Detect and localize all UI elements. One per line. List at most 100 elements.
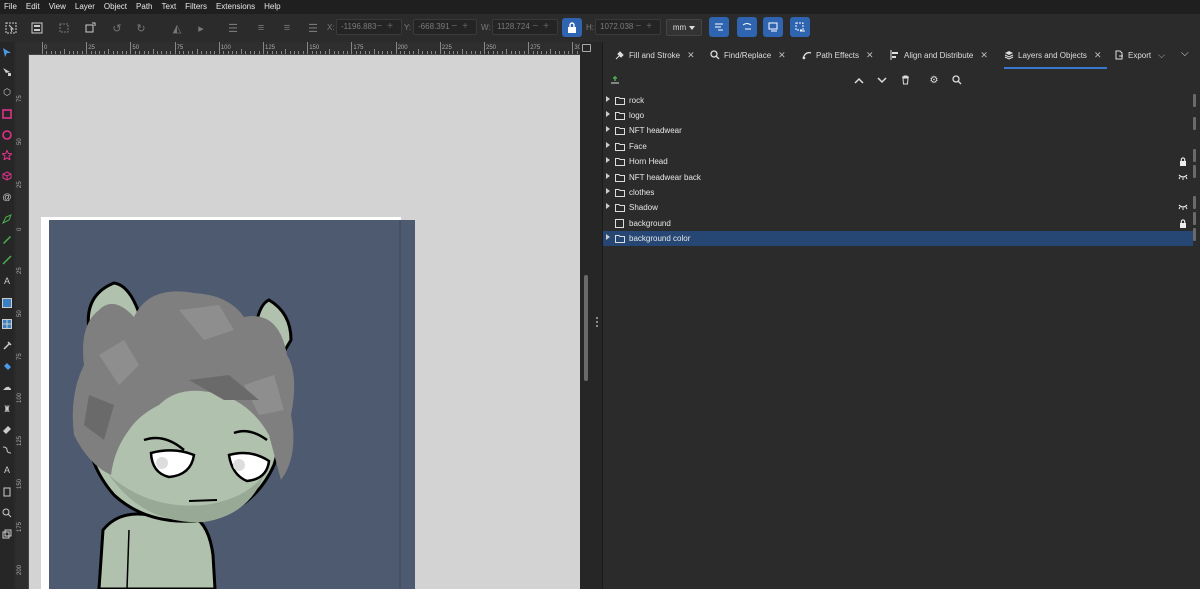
h-stepper-icon[interactable]: −+ <box>635 21 657 32</box>
tab-path-effects[interactable]: Path Effects ✕ <box>802 42 874 68</box>
3d-box-tool-icon[interactable] <box>1 170 13 182</box>
w-field[interactable]: 1128.724 −+ <box>492 19 558 35</box>
gradient-tool-icon[interactable] <box>1 297 13 309</box>
pen-tool-icon[interactable] <box>1 213 13 225</box>
expand-arrow-icon[interactable] <box>606 188 610 194</box>
tabs-menu-chevron-icon[interactable]: ⌵ <box>1181 48 1189 59</box>
tweak-tool-icon[interactable]: ☁ <box>1 381 13 393</box>
lock-proportions-button[interactable] <box>562 18 582 37</box>
lock-icon[interactable] <box>1178 218 1188 228</box>
menu-edit[interactable]: Edit <box>22 0 45 14</box>
layer-row-background[interactable]: background <box>603 216 1193 231</box>
scale-stroke-button[interactable] <box>709 17 729 37</box>
lower-to-bottom-icon[interactable]: ☰ <box>306 21 320 35</box>
move-down-icon[interactable] <box>876 74 888 86</box>
close-icon[interactable]: ✕ <box>980 50 988 61</box>
lower-icon[interactable]: ≡ <box>280 21 294 35</box>
move-patterns-button[interactable] <box>790 17 810 37</box>
deselect-icon[interactable] <box>57 21 71 35</box>
hidden-eye-icon[interactable] <box>1178 172 1188 182</box>
rotate-ccw-icon[interactable]: ↺ <box>110 21 124 35</box>
move-gradients-button[interactable] <box>763 17 783 37</box>
expand-arrow-icon[interactable] <box>606 142 610 148</box>
close-icon[interactable]: ✕ <box>1094 50 1102 61</box>
layer-row-nft-headwear[interactable]: NFT headwear <box>603 123 1193 138</box>
mesh-tool-icon[interactable] <box>1 318 13 330</box>
tab-find-replace[interactable]: Find/Replace ✕ <box>710 42 786 68</box>
calligraphy-tool-icon[interactable] <box>1 254 13 266</box>
menu-object[interactable]: Object <box>100 0 132 14</box>
chevron-down-icon[interactable]: ⌵ <box>1158 50 1165 61</box>
raise-icon[interactable]: ≡ <box>254 21 268 35</box>
expand-arrow-icon[interactable] <box>606 173 610 179</box>
add-layer-icon[interactable] <box>609 74 621 86</box>
dropper-tool-icon[interactable] <box>1 339 13 351</box>
lock-icon[interactable] <box>1178 156 1188 166</box>
canvas-scrollbar[interactable] <box>580 42 592 589</box>
expand-arrow-icon[interactable] <box>606 234 610 240</box>
node-tool-icon[interactable] <box>1 66 13 78</box>
menu-extensions[interactable]: Extensions <box>212 0 260 14</box>
layer-row-face[interactable]: Face <box>603 139 1193 154</box>
menu-layer[interactable]: Layer <box>71 0 100 14</box>
drawing-canvas[interactable] <box>29 55 580 589</box>
layer-row-logo[interactable]: logo <box>603 108 1193 123</box>
dock-splitter[interactable] <box>592 42 603 589</box>
settings-gear-icon[interactable]: ⚙ <box>928 74 940 86</box>
unit-select[interactable]: mm <box>666 19 702 36</box>
paint-bucket-icon[interactable] <box>1 360 13 372</box>
menu-help[interactable]: Help <box>260 0 285 14</box>
select-all-layers-icon[interactable] <box>30 21 44 35</box>
tab-align-and-distribute[interactable]: Align and Distribute ✕ <box>890 42 988 68</box>
x-field[interactable]: -1196.883 −+ <box>336 19 402 35</box>
menu-filters[interactable]: Filters <box>181 0 212 14</box>
pencil-tool-icon[interactable] <box>1 233 13 245</box>
canvas-scroll-thumb[interactable] <box>584 275 588 381</box>
close-icon[interactable]: ✕ <box>778 50 786 61</box>
menu-text[interactable]: Text <box>158 0 182 14</box>
eraser-tool-icon[interactable] <box>1 423 13 435</box>
layer-row-rock[interactable]: rock <box>603 93 1193 108</box>
transform-icon[interactable] <box>83 21 97 35</box>
expand-arrow-icon[interactable] <box>606 111 610 117</box>
tab-fill-and-stroke[interactable]: Fill and Stroke ✕ <box>615 42 695 68</box>
layer-row-clothes[interactable]: clothes <box>603 185 1193 200</box>
rectangle-tool-icon[interactable] <box>1 108 13 120</box>
layer-row-horn-head[interactable]: Horn Head <box>603 154 1193 169</box>
expand-arrow-icon[interactable] <box>606 126 610 132</box>
x-stepper-icon[interactable]: −+ <box>376 21 398 32</box>
close-icon[interactable]: ✕ <box>687 50 695 61</box>
star-tool-icon[interactable] <box>1 149 13 161</box>
scale-corners-button[interactable] <box>737 17 757 37</box>
ellipse-tool-icon[interactable] <box>1 129 13 141</box>
expand-arrow-icon[interactable] <box>606 157 610 163</box>
menu-path[interactable]: Path <box>132 0 157 14</box>
y-field[interactable]: -668.391 −+ <box>413 19 477 35</box>
text-tool-icon[interactable]: A <box>1 275 13 287</box>
w-stepper-icon[interactable]: −+ <box>532 21 554 32</box>
trash-icon[interactable] <box>899 74 911 86</box>
select-all-icon[interactable] <box>4 21 18 35</box>
tab-export[interactable]: Export ⌵ <box>1114 42 1165 68</box>
layer-row-shadow[interactable]: Shadow <box>603 200 1193 215</box>
shape-builder-icon[interactable]: ⬡ <box>1 86 13 98</box>
y-stepper-icon[interactable]: −+ <box>451 21 473 32</box>
expand-arrow-icon[interactable] <box>606 203 610 209</box>
rotate-cw-icon[interactable]: ↻ <box>134 21 148 35</box>
pages-tool-icon[interactable] <box>1 486 13 498</box>
raise-to-top-icon[interactable]: ☰ <box>226 21 240 35</box>
menu-view[interactable]: View <box>45 0 71 14</box>
menu-file[interactable]: File <box>0 0 22 14</box>
zoom-tool-icon[interactable] <box>1 507 13 519</box>
spiral-tool-icon[interactable]: @ <box>1 191 13 203</box>
layers-scrollbar[interactable] <box>1193 93 1197 249</box>
lpe-tool-icon[interactable]: A <box>1 464 13 476</box>
selector-tool-icon[interactable] <box>1 46 13 58</box>
flip-horizontal-icon[interactable]: ◭ <box>170 21 184 35</box>
layer-row-background-color[interactable]: background color <box>603 231 1193 246</box>
tab-layers-and-objects[interactable]: Layers and Objects ✕ <box>1004 42 1108 69</box>
measure-tool-icon[interactable] <box>1 528 13 540</box>
command-palette-icon[interactable] <box>582 44 591 52</box>
h-field[interactable]: 1072.038 −+ <box>595 19 661 35</box>
spray-tool-icon[interactable]: ♜ <box>1 403 13 415</box>
